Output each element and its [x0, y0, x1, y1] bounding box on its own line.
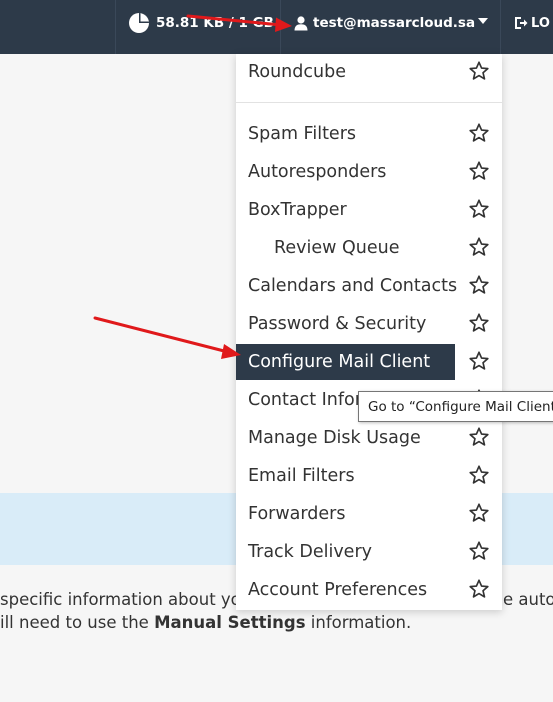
chevron-down-icon[interactable] [478, 18, 488, 24]
star-icon[interactable] [468, 426, 490, 448]
menu-item-boxtrapper[interactable]: BoxTrapper [236, 192, 502, 228]
star-icon[interactable] [468, 160, 490, 182]
user-email: test@massarcloud.sa [313, 15, 476, 31]
user-icon [294, 15, 308, 30]
menu-item-account-preferences[interactable]: Account Preferences [236, 572, 502, 608]
menu-item-forwarders[interactable]: Forwarders [236, 496, 502, 532]
logout-label: LO [531, 15, 550, 31]
top-bar-divider [500, 0, 501, 54]
content-text-line: e auto [503, 590, 553, 609]
menu-item-calendars-and-contacts[interactable]: Calendars and Contacts [236, 268, 502, 304]
star-icon[interactable] [468, 274, 490, 296]
disk-usage-indicator[interactable]: 58.81 KB / 1 GB [128, 0, 274, 46]
menu-item-roundcube[interactable]: Roundcube [236, 54, 502, 90]
content-text-line: ill need to use the Manual Settings info… [0, 613, 412, 632]
red-arrow-menu [93, 316, 241, 359]
star-icon[interactable] [468, 502, 490, 524]
star-icon[interactable] [468, 60, 490, 82]
menu-item-configure-mail-client[interactable]: Configure Mail Client [236, 344, 502, 380]
star-icon[interactable] [468, 236, 490, 258]
disk-usage-text: 58.81 KB / 1 GB [156, 15, 274, 31]
pie-chart-icon [129, 13, 149, 33]
menu-item-autoresponders[interactable]: Autoresponders [236, 154, 502, 190]
top-bar-divider [115, 0, 116, 54]
star-icon[interactable] [468, 578, 490, 600]
content-text-line: specific information about yo [0, 590, 241, 609]
star-icon[interactable] [468, 350, 490, 372]
user-dropdown-menu: Roundcube Spam Filters Autoresponders Bo… [236, 54, 502, 610]
star-icon[interactable] [468, 122, 490, 144]
user-menu-toggle[interactable]: test@massarcloud.sa [294, 0, 475, 46]
star-icon[interactable] [468, 540, 490, 562]
tooltip: Go to “Configure Mail Client [358, 391, 553, 422]
logout-button[interactable]: LO [514, 0, 550, 46]
menu-item-email-filters[interactable]: Email Filters [236, 458, 502, 494]
star-icon[interactable] [468, 198, 490, 220]
tooltip-text: Go to “Configure Mail Client [368, 398, 553, 415]
star-icon[interactable] [468, 464, 490, 486]
logout-icon [515, 17, 528, 29]
menu-item-password-security[interactable]: Password & Security [236, 306, 502, 342]
star-icon[interactable] [468, 312, 490, 334]
top-bar: 58.81 KB / 1 GB test@massarcloud.sa LO [0, 0, 553, 54]
menu-item-review-queue[interactable]: Review Queue [236, 230, 502, 266]
menu-divider [236, 102, 502, 103]
menu-item-track-delivery[interactable]: Track Delivery [236, 534, 502, 570]
manual-settings-text: Manual Settings [154, 613, 306, 632]
top-bar-divider [280, 0, 281, 54]
menu-item-manage-disk-usage[interactable]: Manage Disk Usage [236, 420, 502, 456]
menu-item-spam-filters[interactable]: Spam Filters [236, 116, 502, 152]
